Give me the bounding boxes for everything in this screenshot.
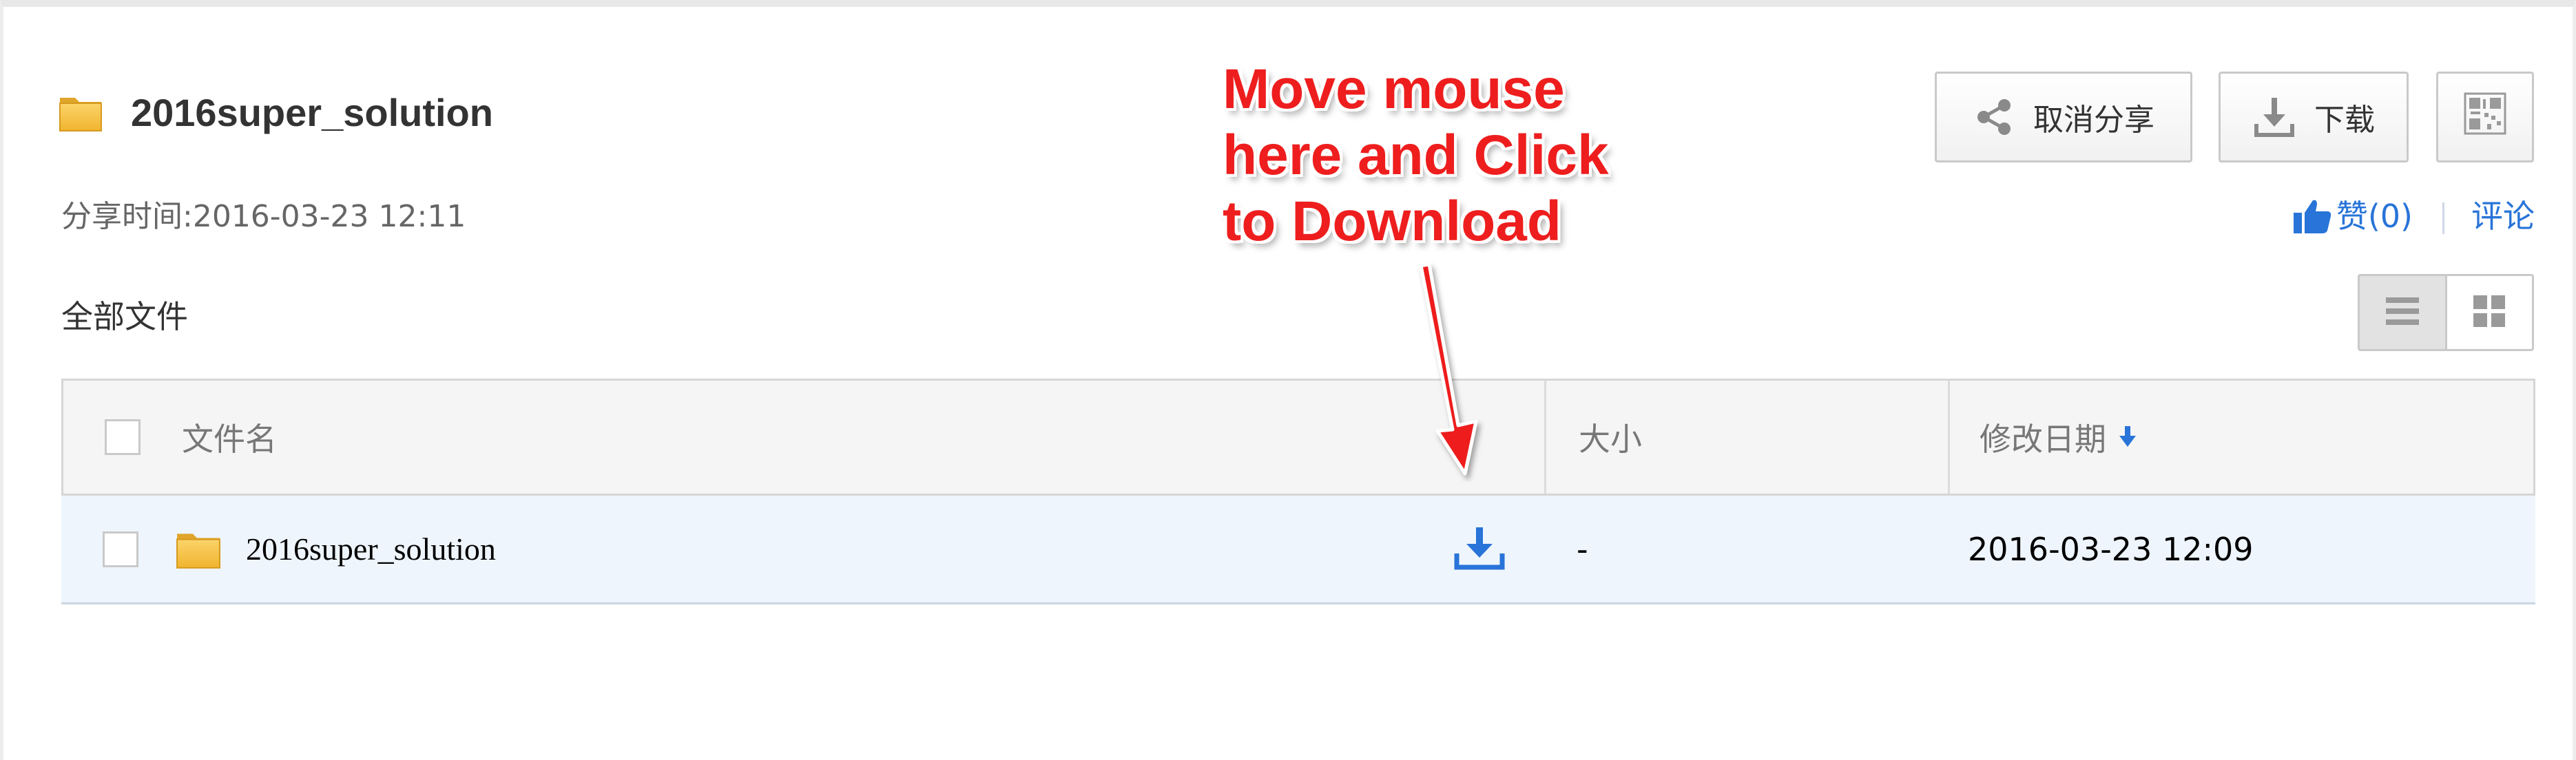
column-header-modified-label: 修改日期 xyxy=(1980,421,2106,458)
grid-view-icon xyxy=(2473,295,2506,330)
file-table: 文件名 大小 修改日期 2016super_solution - 2016-03… xyxy=(61,379,2535,604)
thumbs-up-icon xyxy=(2292,198,2332,235)
download-icon xyxy=(2252,95,2296,139)
qr-code-icon xyxy=(2464,92,2506,142)
cancel-share-label: 取消分享 xyxy=(2033,103,2154,138)
share-icon xyxy=(1973,96,2015,138)
list-view-button[interactable] xyxy=(2360,276,2447,349)
annotation-line: here and Click xyxy=(1223,124,1609,187)
column-header-modified[interactable]: 修改日期 xyxy=(1980,381,2137,494)
like-count: 赞(0) xyxy=(2336,198,2413,235)
annotation-line: Move mouse xyxy=(1223,58,1565,120)
list-view-icon xyxy=(2385,296,2419,329)
column-header-size[interactable]: 大小 xyxy=(1579,381,1642,494)
file-size: - xyxy=(1577,530,1588,568)
grid-view-button[interactable] xyxy=(2447,276,2533,349)
comment-link[interactable]: 评论 xyxy=(2471,194,2535,238)
download-label: 下载 xyxy=(2314,103,2375,138)
share-time-value: 2016-03-23 12:11 xyxy=(192,199,466,234)
file-name-link[interactable]: 2016super_solution xyxy=(246,496,496,602)
column-divider xyxy=(1544,381,1546,494)
table-header: 文件名 大小 修改日期 xyxy=(61,379,2535,496)
all-files-breadcrumb: 全部文件 xyxy=(61,298,188,335)
annotation-line: to Download xyxy=(1223,190,1561,253)
row-checkbox[interactable] xyxy=(103,531,138,567)
share-time: 分享时间:2016-03-23 12:11 xyxy=(61,196,466,237)
folder-icon xyxy=(176,496,221,602)
select-all-checkbox[interactable] xyxy=(105,381,141,494)
view-toggle xyxy=(2358,274,2534,351)
column-divider xyxy=(1948,381,1950,494)
file-modified-date: 2016-03-23 12:09 xyxy=(1968,530,2254,568)
qr-code-button[interactable] xyxy=(2436,72,2534,162)
table-row[interactable]: 2016super_solution - 2016-03-23 12:09 xyxy=(61,496,2535,604)
annotation-arrow-icon xyxy=(1419,262,1478,476)
separator xyxy=(2442,202,2444,234)
like-link[interactable]: 赞(0) xyxy=(2292,194,2413,238)
row-download-button[interactable] xyxy=(1454,496,1505,602)
download-button[interactable]: 下载 xyxy=(2219,72,2409,162)
folder-icon xyxy=(59,94,103,135)
share-time-label: 分享时间: xyxy=(61,199,193,234)
share-page: 2016super_solution 分享时间:2016-03-23 12:11… xyxy=(0,0,2576,760)
page-title: 2016super_solution xyxy=(131,91,493,134)
download-icon xyxy=(1454,526,1505,573)
checkbox[interactable] xyxy=(105,419,141,455)
row-checkbox-cell[interactable] xyxy=(103,496,138,602)
annotation-text: Move mouse here and Click to Download xyxy=(1223,56,1609,255)
column-header-name[interactable]: 文件名 xyxy=(182,381,277,494)
sort-down-arrow-icon xyxy=(2119,426,2137,448)
cancel-share-button[interactable]: 取消分享 xyxy=(1935,72,2192,162)
